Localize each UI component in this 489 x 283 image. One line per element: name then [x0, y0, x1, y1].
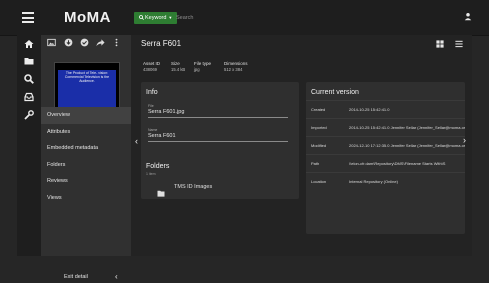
app-logo[interactable]: MoMA [64, 9, 111, 26]
folder-item-label: TMS ID Images [174, 184, 213, 190]
version-value: \\elon-cfr.dam\Repository\DMS\Filename S… [349, 161, 446, 166]
info-heading: Info [146, 89, 158, 96]
menu-item-embedded-metadata[interactable]: Embedded metadata [41, 140, 131, 157]
top-bar: MoMA Keyword ▼ [0, 0, 489, 36]
meta-value-size: 15.4 kB [171, 67, 186, 72]
search-mode-button[interactable]: Keyword ▼ [134, 12, 178, 24]
version-key: Location [311, 179, 327, 184]
name-field[interactable]: Name Serra F601 [148, 128, 288, 142]
folder-item[interactable]: TMS ID Images [157, 184, 212, 202]
menu-item-views[interactable]: Views [41, 190, 131, 207]
search-mode-label: Keyword [145, 15, 167, 21]
version-key: Imported [311, 125, 327, 130]
asset-detail-content: Serra F601 Asset ID 438069 Size 15.4 kB … [131, 35, 472, 256]
next-asset-icon[interactable]: › [463, 135, 466, 145]
folder-icon [157, 190, 165, 197]
folder-icon[interactable] [24, 56, 34, 66]
view-controls [436, 39, 466, 49]
meta-label-size: Size [171, 61, 180, 66]
version-key: Created [311, 107, 326, 112]
meta-value-dimensions: 512 x 384 [224, 67, 243, 72]
search-input[interactable] [176, 12, 376, 24]
grid-view-icon[interactable] [436, 40, 444, 48]
asset-toolbar [41, 35, 131, 49]
version-value: 2024-12-10 17:12:35.0 Jennifer Sellar (J… [349, 143, 465, 148]
version-value: 2014-10-25 15:42:41.0 Jennifer Sellar (J… [349, 125, 465, 130]
file-field[interactable]: File Serra F601.jpg [148, 104, 288, 118]
download-icon[interactable] [64, 38, 73, 47]
meta-value-file-type: jpg [194, 67, 200, 72]
meta-label-file-type: File type [194, 61, 212, 66]
version-key: Path [311, 161, 320, 166]
file-field-value: Serra F601.jpg [148, 109, 185, 115]
asset-title: Serra F601 [141, 39, 182, 48]
current-version-card: Current version Created 2014-10-25 15:42… [306, 82, 465, 234]
list-view-icon[interactable] [455, 40, 463, 48]
version-row-location: Location Internal Repository (Online) [306, 172, 465, 191]
wrench-icon[interactable] [24, 110, 34, 120]
current-version-heading: Current version [311, 89, 359, 96]
folders-heading: Folders [146, 163, 170, 170]
share-icon[interactable] [96, 38, 105, 47]
inbox-icon[interactable] [24, 92, 34, 102]
menu-icon[interactable] [22, 12, 34, 26]
meta-label-dimensions: Dimensions [224, 61, 248, 66]
version-row-modified: Modified 2024-12-10 17:12:35.0 Jennifer … [306, 136, 465, 155]
version-row-imported: Imported 2014-10-25 15:42:41.0 Jennifer … [306, 118, 465, 137]
version-row-path: Path \\elon-cfr.dam\Repository\DMS\Filen… [306, 154, 465, 173]
folders-card: Folders 1 item TMS ID Images [141, 159, 299, 199]
user-icon[interactable] [464, 12, 472, 22]
home-icon[interactable] [24, 39, 34, 49]
search-icon [139, 14, 144, 20]
caret-down-icon: ▼ [168, 15, 173, 20]
folders-count: 1 item [146, 172, 156, 176]
search-icon[interactable] [24, 74, 34, 84]
menu-item-attributes[interactable]: Attributes [41, 124, 131, 141]
menu-item-reviews[interactable]: Reviews [41, 173, 131, 190]
menu-item-folders[interactable]: Folders [41, 157, 131, 174]
version-row-created: Created 2014-10-25 15:42:41.0 [306, 100, 465, 119]
meta-label-asset-id: Asset ID [143, 61, 161, 66]
menu-item-overview[interactable]: Overview [41, 107, 131, 124]
name-field-value: Serra F601 [148, 133, 176, 139]
exit-detail-label: Exit detail [64, 274, 88, 280]
version-key: Modified [311, 143, 327, 148]
version-value: Internal Repository (Online) [349, 179, 398, 184]
detail-menu: Overview Attributes Embedded metadata Fo… [41, 107, 131, 206]
meta-value-asset-id: 438069 [143, 67, 157, 72]
left-nav-rail [17, 35, 41, 256]
chevron-left-icon[interactable]: ‹ [115, 271, 118, 283]
file-field-label: File [148, 104, 154, 108]
detail-sidebar: The Product of Tele- vision: Commercial … [41, 35, 131, 281]
check-icon[interactable] [80, 38, 89, 47]
more-icon[interactable] [112, 38, 121, 47]
name-field-label: Name [148, 128, 158, 132]
version-value: 2014-10-25 15:42:41.0 [349, 107, 390, 112]
image-icon[interactable] [47, 38, 56, 47]
previous-asset-icon[interactable]: ‹ [135, 136, 138, 146]
exit-detail-button[interactable]: Exit detail ‹ [41, 271, 131, 283]
